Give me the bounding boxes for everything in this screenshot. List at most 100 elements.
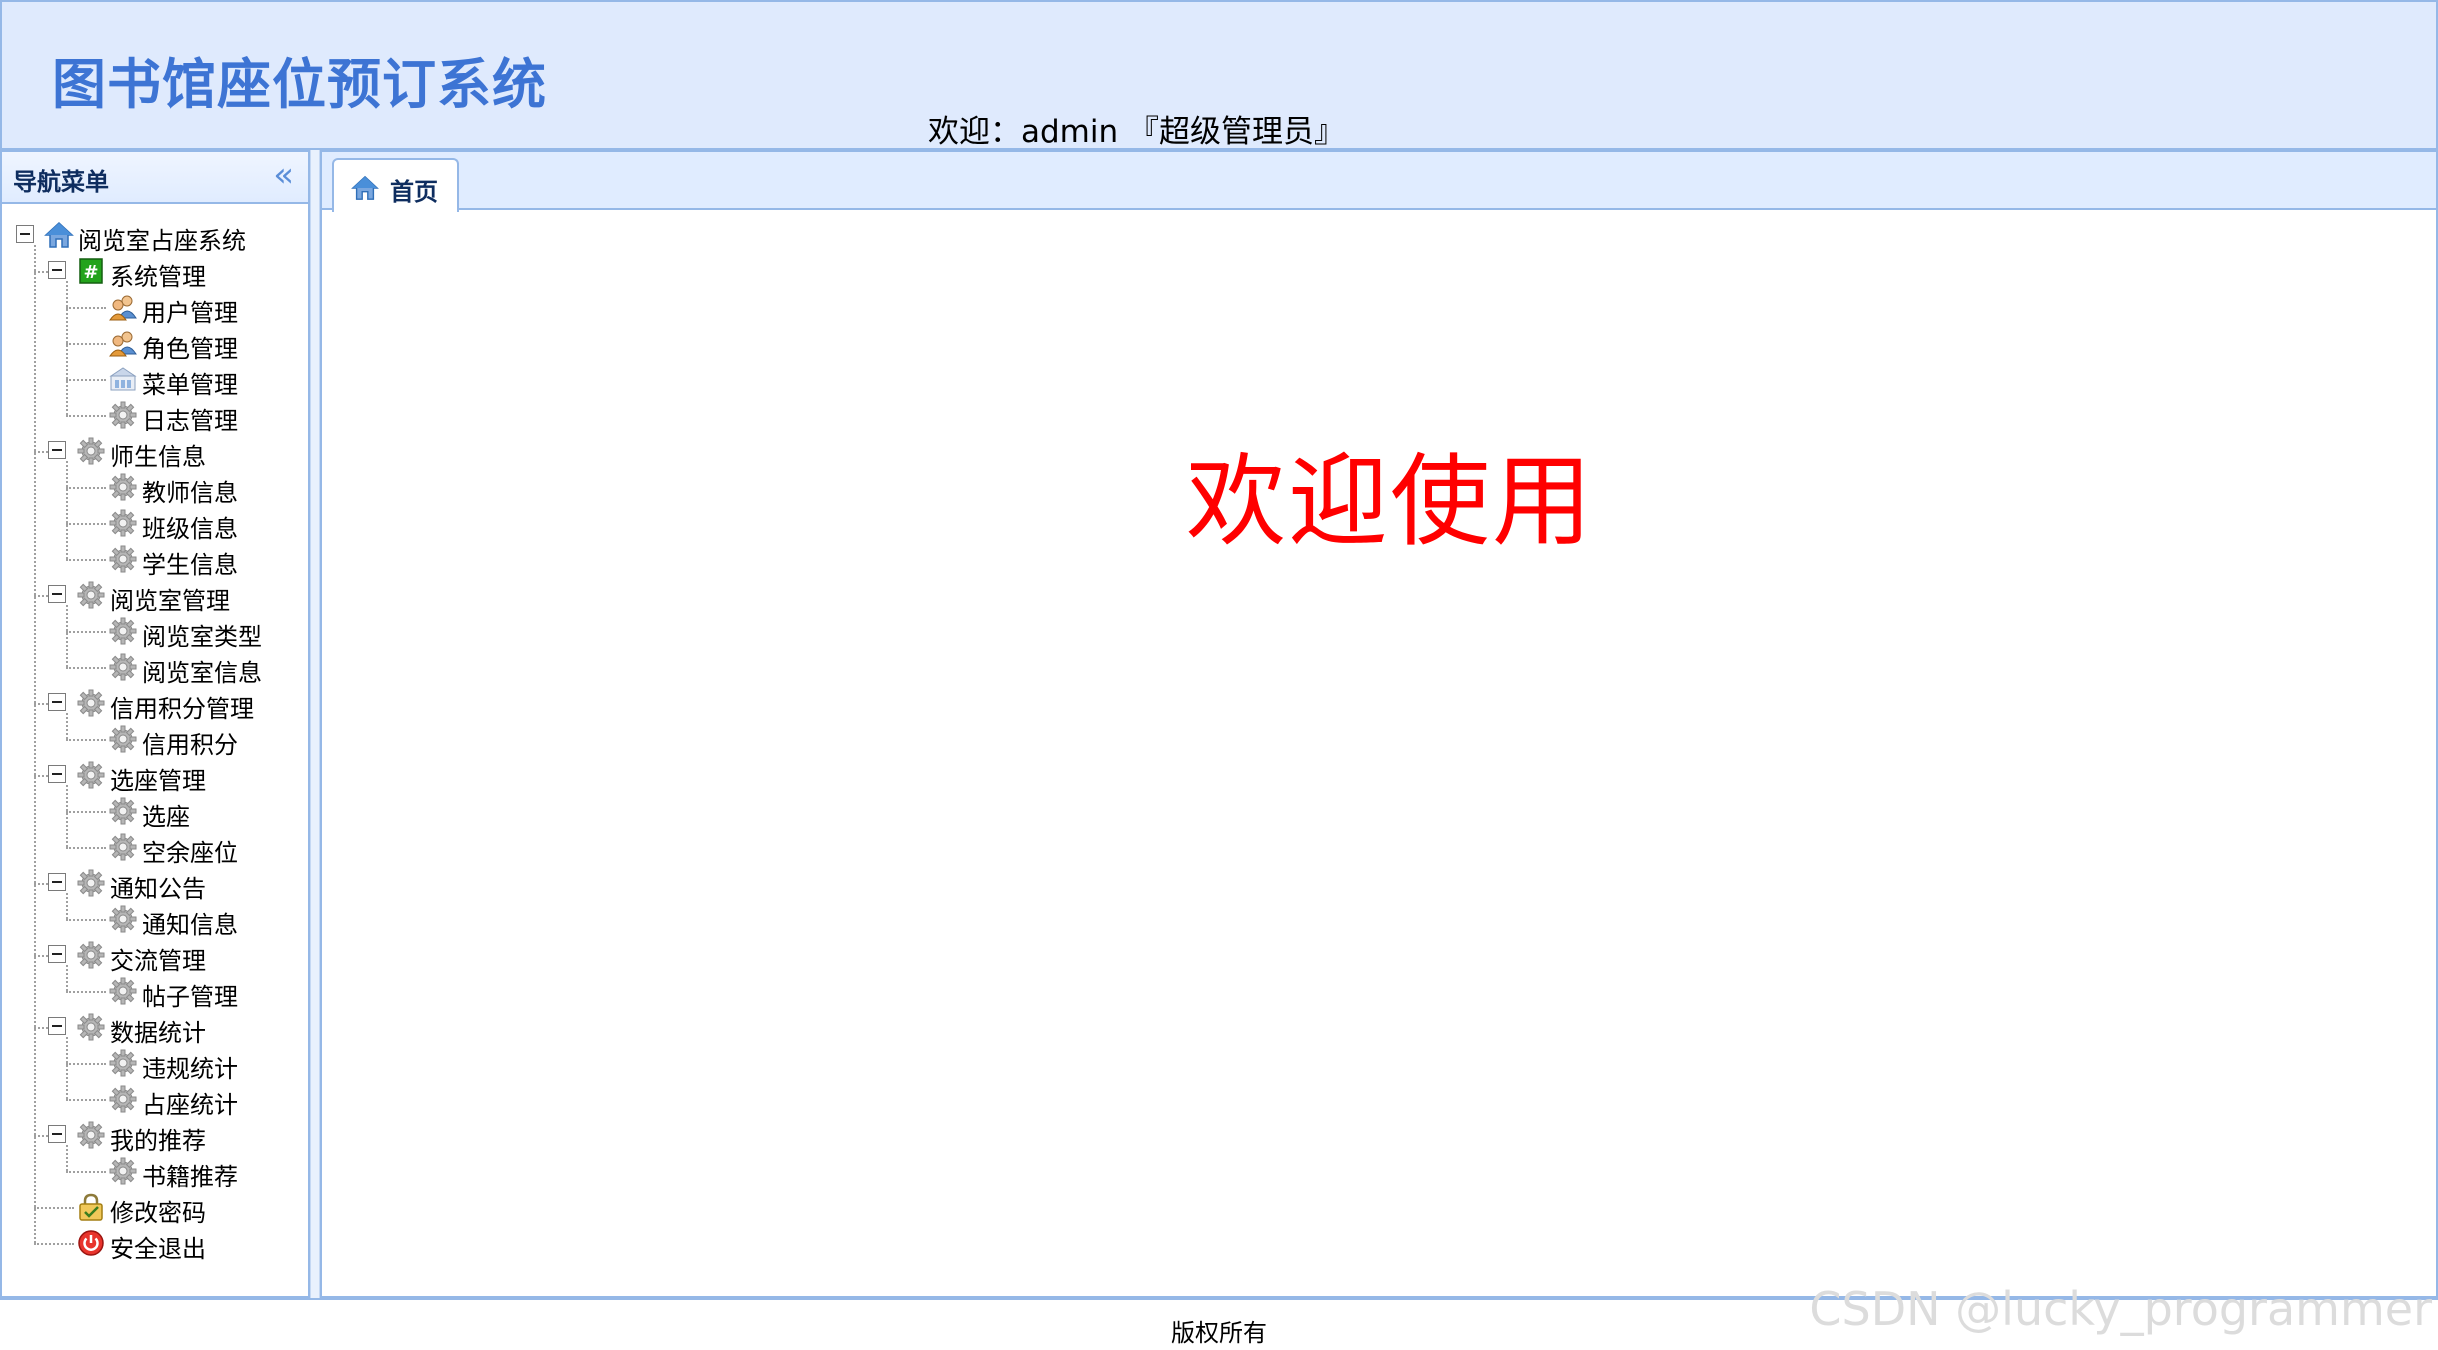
- gear-icon: [76, 1012, 106, 1042]
- tree-node-label: 用户管理: [142, 299, 238, 327]
- gear-icon: [108, 976, 138, 1006]
- tree-connector: [34, 1027, 48, 1029]
- tree-connector: [66, 811, 106, 813]
- lock-icon: [76, 1192, 106, 1222]
- tree-connector: [34, 775, 48, 777]
- tree-node-label: 我的推荐: [110, 1127, 206, 1155]
- gear-icon: [108, 544, 138, 574]
- tree-node-label: 选座管理: [110, 767, 206, 795]
- tree-node-label: 系统管理: [110, 263, 206, 291]
- tree-connector: [66, 1171, 106, 1173]
- tree-node-label: 交流管理: [110, 947, 206, 975]
- watermark: CSDN @lucky_programmer: [1809, 1282, 2432, 1336]
- tree-node-label: 菜单管理: [142, 371, 238, 399]
- tree-connector: [66, 893, 68, 919]
- tree-connector: [34, 883, 48, 885]
- tree-connector: [34, 271, 48, 273]
- tree-connector: [66, 739, 106, 741]
- tree-node-label: 日志管理: [142, 407, 238, 435]
- gear-icon: [108, 508, 138, 538]
- tree-node-label: 数据统计: [110, 1019, 206, 1047]
- users-icon: [108, 292, 138, 322]
- tree-connector: [66, 379, 106, 381]
- tree-node-label: 通知公告: [110, 875, 206, 903]
- gear-icon: [108, 796, 138, 826]
- collapse-toggle-icon[interactable]: [48, 873, 66, 891]
- gear-icon: [108, 652, 138, 682]
- collapse-toggle-icon[interactable]: [48, 945, 66, 963]
- tree-connector: [66, 343, 106, 345]
- welcome-user-text: 欢迎：admin 『超级管理员』: [928, 114, 1345, 150]
- tree-node-label: 书籍推荐: [142, 1163, 238, 1191]
- gear-icon: [108, 616, 138, 646]
- tree-connector: [66, 487, 106, 489]
- app-title: 图书馆座位预订系统: [52, 53, 547, 116]
- collapse-toggle-icon[interactable]: [48, 261, 66, 279]
- gear-icon: [76, 580, 106, 610]
- hash-icon: [76, 256, 106, 286]
- tree-connector: [34, 1243, 74, 1245]
- collapse-toggle-icon[interactable]: [48, 585, 66, 603]
- app-header: 图书馆座位预订系统 欢迎：admin 『超级管理员』: [0, 0, 2438, 150]
- tree-connector: [34, 1135, 48, 1137]
- collapse-toggle-icon[interactable]: [48, 441, 66, 459]
- tree-node-label: 教师信息: [142, 479, 238, 507]
- gear-icon: [76, 436, 106, 466]
- tree-connector: [66, 1145, 68, 1171]
- tab-home[interactable]: 首页: [332, 158, 459, 212]
- tree-node-label: 通知信息: [142, 911, 238, 939]
- tree-node-label: 安全退出: [110, 1235, 206, 1263]
- collapse-toggle-icon[interactable]: [16, 225, 34, 243]
- home-icon: [44, 220, 74, 250]
- sidebar-header: 导航菜单 «: [2, 152, 308, 204]
- tree-connector: [66, 281, 68, 415]
- welcome-message: 欢迎使用: [1186, 443, 1594, 560]
- tree-connector: [66, 1099, 106, 1101]
- tree-node-label: 阅览室信息: [142, 659, 262, 687]
- tree-connector: [34, 451, 48, 453]
- collapse-toggle-icon[interactable]: [48, 693, 66, 711]
- tree-node-label: 阅览室类型: [142, 623, 262, 651]
- tree-connector: [66, 1063, 106, 1065]
- collapse-toggle-icon[interactable]: [48, 1125, 66, 1143]
- tree-connector: [66, 307, 106, 309]
- home-icon: [348, 174, 382, 202]
- tree-node-label: 角色管理: [142, 335, 238, 363]
- gear-icon: [76, 868, 106, 898]
- users-icon: [108, 328, 138, 358]
- gear-icon: [108, 1156, 138, 1186]
- tab-strip: 首页: [322, 152, 2436, 212]
- tree-node-label: 帖子管理: [142, 983, 238, 1011]
- tree-node-label: 学生信息: [142, 551, 238, 579]
- gear-icon: [76, 760, 106, 790]
- collapse-toggle-icon[interactable]: [48, 765, 66, 783]
- tree-connector: [66, 713, 68, 739]
- tree-node-label: 修改密码: [110, 1199, 206, 1227]
- double-chevron-left-icon[interactable]: «: [273, 158, 294, 192]
- gear-icon: [108, 472, 138, 502]
- tree-node-label: 信用积分: [142, 731, 238, 759]
- tree-connector: [34, 955, 48, 957]
- collapse-toggle-icon[interactable]: [48, 1017, 66, 1035]
- power-icon: [76, 1228, 106, 1258]
- tree-connector: [66, 559, 106, 561]
- tree-node-label: 占座统计: [142, 1091, 238, 1119]
- sidebar-splitter[interactable]: [310, 150, 320, 1298]
- menu-icon: [108, 364, 138, 394]
- tree-connector: [66, 965, 68, 991]
- tree-node-label: 阅览室管理: [110, 587, 230, 615]
- tree-connector: [34, 1207, 74, 1209]
- gear-icon: [76, 688, 106, 718]
- tab-home-label: 首页: [390, 178, 438, 206]
- tree-connector: [66, 631, 106, 633]
- gear-icon: [108, 400, 138, 430]
- tree-connector: [66, 523, 106, 525]
- tree-connector: [34, 595, 48, 597]
- tree-node-label: 选座: [142, 803, 190, 831]
- gear-icon: [108, 1048, 138, 1078]
- tree-connector: [66, 605, 68, 667]
- gear-icon: [108, 724, 138, 754]
- tree-node-label: 信用积分管理: [110, 695, 254, 723]
- gear-icon: [108, 1084, 138, 1114]
- main-content-panel: 首页 欢迎使用: [320, 150, 2438, 1298]
